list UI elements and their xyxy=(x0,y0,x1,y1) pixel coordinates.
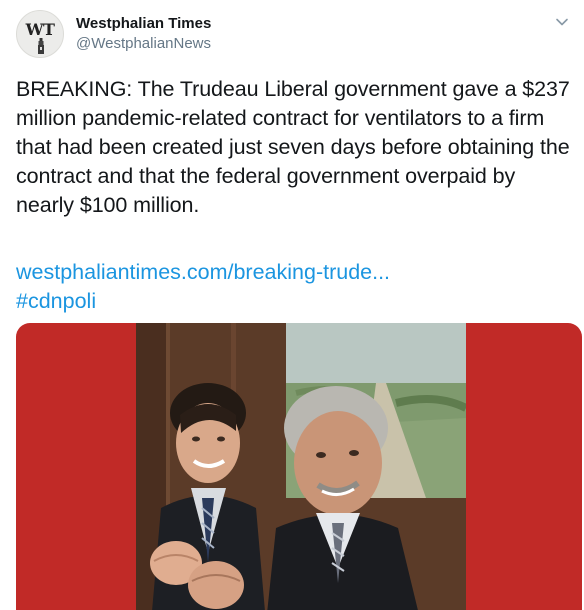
display-name[interactable]: Westphalian Times xyxy=(76,14,211,34)
article-link[interactable]: westphaliantimes.com/breaking-trude... xyxy=(16,258,390,287)
account-names: Westphalian Times @WestphalianNews xyxy=(76,14,211,54)
tweet-links: westphaliantimes.com/breaking-trude... #… xyxy=(16,258,390,316)
photo-image xyxy=(136,323,466,610)
tweet-header: WT Westphalian Times @WestphalianNews xyxy=(16,10,568,60)
avatar[interactable]: WT xyxy=(16,10,64,58)
avatar-text: WT xyxy=(25,20,55,39)
chevron-down-icon[interactable] xyxy=(552,12,572,32)
tweet-text: BREAKING: The Trudeau Liberal government… xyxy=(16,77,570,217)
hashtag-link[interactable]: #cdnpoli xyxy=(16,287,390,316)
tower-icon xyxy=(38,38,44,54)
account-handle[interactable]: @WestphalianNews xyxy=(76,34,211,54)
tweet-media[interactable] xyxy=(16,323,582,610)
tweet-card: WT Westphalian Times @WestphalianNews BR… xyxy=(0,0,584,610)
